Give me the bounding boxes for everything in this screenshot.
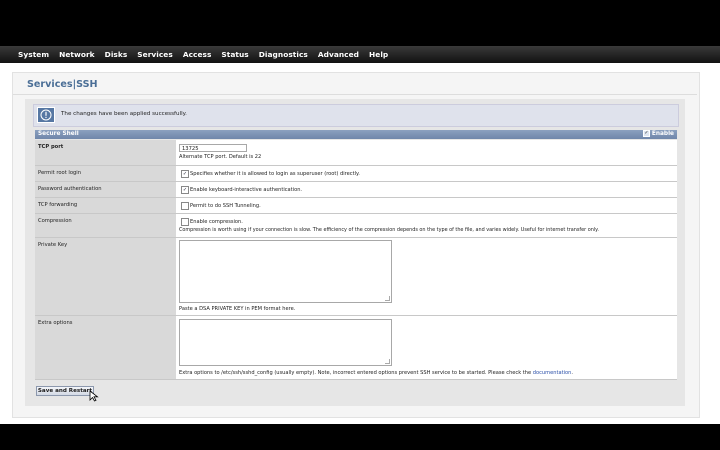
password-auth-value-cell: ✓ Enable keyboard-interactive authentica… [176,182,677,197]
extra-options-hint-line: Extra options to /etc/ssh/sshd_config (u… [179,370,573,376]
enable-label: Enable [651,130,674,137]
row-extra-options: Extra options Extra options to /etc/ssh/… [35,316,677,380]
title-bar: Services|SSH [13,78,697,95]
password-auth-checkbox[interactable]: ✓ [181,186,189,194]
save-restart-button[interactable]: Save and Restart [36,386,94,396]
compression-text: Enable compression. [190,219,243,225]
top-menu-bar: System Network Disks Services Access Sta… [0,46,720,63]
row-tcp-port: TCP port 13725 Alternate TCP port. Defau… [35,140,677,166]
private-key-hint: Paste a DSA PRIVATE KEY in PEM format he… [179,306,296,312]
mouse-cursor-icon [89,390,99,402]
menu-status[interactable]: Status [221,50,248,59]
page-title: Services|SSH [27,79,98,90]
row-tcp-forwarding: TCP forwarding Permit to do SSH Tunnelin… [35,198,677,214]
password-auth-text: Enable keyboard-interactive authenticati… [190,187,303,193]
section-title: Secure Shell [38,131,79,137]
row-compression: Compression Enable compression. Compress… [35,214,677,238]
tcp-port-label-cell: TCP port [35,140,176,165]
compression-label-cell: Compression [35,214,176,237]
bottom-border [0,424,720,450]
menu-disks[interactable]: Disks [105,50,128,59]
extra-options-label: Extra options [38,320,73,326]
menu-services[interactable]: Services [137,50,173,59]
tcp-forwarding-text: Permit to do SSH Tunneling. [190,203,261,209]
permit-root-text: Specifies whether it is allowed to login… [190,171,360,177]
menu-system[interactable]: System [18,50,49,59]
tcp-forwarding-value-cell: Permit to do SSH Tunneling. [176,198,677,213]
compression-checkbox[interactable] [181,218,189,226]
compression-hint: Compression is worth using if your conne… [179,227,599,233]
extra-options-hint: Extra options to /etc/ssh/sshd_config (u… [179,370,532,376]
info-icon [37,107,55,123]
password-auth-label-cell: Password authentication [35,182,176,197]
tcp-port-value-cell: 13725 Alternate TCP port. Default is 22 [176,140,677,165]
enable-toggle[interactable]: ✓ Enable [642,130,674,137]
row-permit-root: Permit root login ✓ Specifies whether it… [35,166,677,182]
tcp-forwarding-checkbox[interactable] [181,202,189,210]
tcp-port-input[interactable]: 13725 [179,144,247,152]
permit-root-value-cell: ✓ Specifies whether it is allowed to log… [176,166,677,181]
tcp-forwarding-label-cell: TCP forwarding [35,198,176,213]
tcp-port-hint: Alternate TCP port. Default is 22 [179,154,262,160]
private-key-label-cell: Private Key [35,238,176,315]
permit-root-label-cell: Permit root login [35,166,176,181]
success-notice: The changes have been applied successful… [33,104,679,127]
permit-root-label: Permit root login [38,170,82,176]
extra-options-hint-end: . [571,370,573,376]
menu-network[interactable]: Network [59,50,95,59]
extra-options-textarea[interactable] [179,319,392,366]
tcp-forwarding-label: TCP forwarding [38,202,78,208]
private-key-value-cell: Paste a DSA PRIVATE KEY in PEM format he… [176,238,677,315]
menu-advanced[interactable]: Advanced [318,50,359,59]
private-key-textarea[interactable] [179,240,392,303]
compression-value-cell: Enable compression. Compression is worth… [176,214,677,237]
menu-diagnostics[interactable]: Diagnostics [259,50,308,59]
private-key-label: Private Key [38,242,68,248]
enable-checkbox[interactable]: ✓ [642,130,650,137]
password-auth-label: Password authentication [38,186,102,192]
compression-label: Compression [38,218,72,224]
extra-options-value-cell: Extra options to /etc/ssh/sshd_config (u… [176,316,677,379]
permit-root-checkbox[interactable]: ✓ [181,170,189,178]
extra-options-label-cell: Extra options [35,316,176,379]
row-private-key: Private Key Paste a DSA PRIVATE KEY in P… [35,238,677,316]
notice-text: The changes have been applied successful… [61,111,187,117]
section-header: Secure Shell ✓ Enable [35,130,677,139]
tcp-port-label: TCP port [38,144,64,150]
documentation-link[interactable]: documentation [533,370,572,376]
menu-access[interactable]: Access [183,50,212,59]
menu-help[interactable]: Help [369,50,388,59]
row-password-auth: Password authentication ✓ Enable keyboar… [35,182,677,198]
